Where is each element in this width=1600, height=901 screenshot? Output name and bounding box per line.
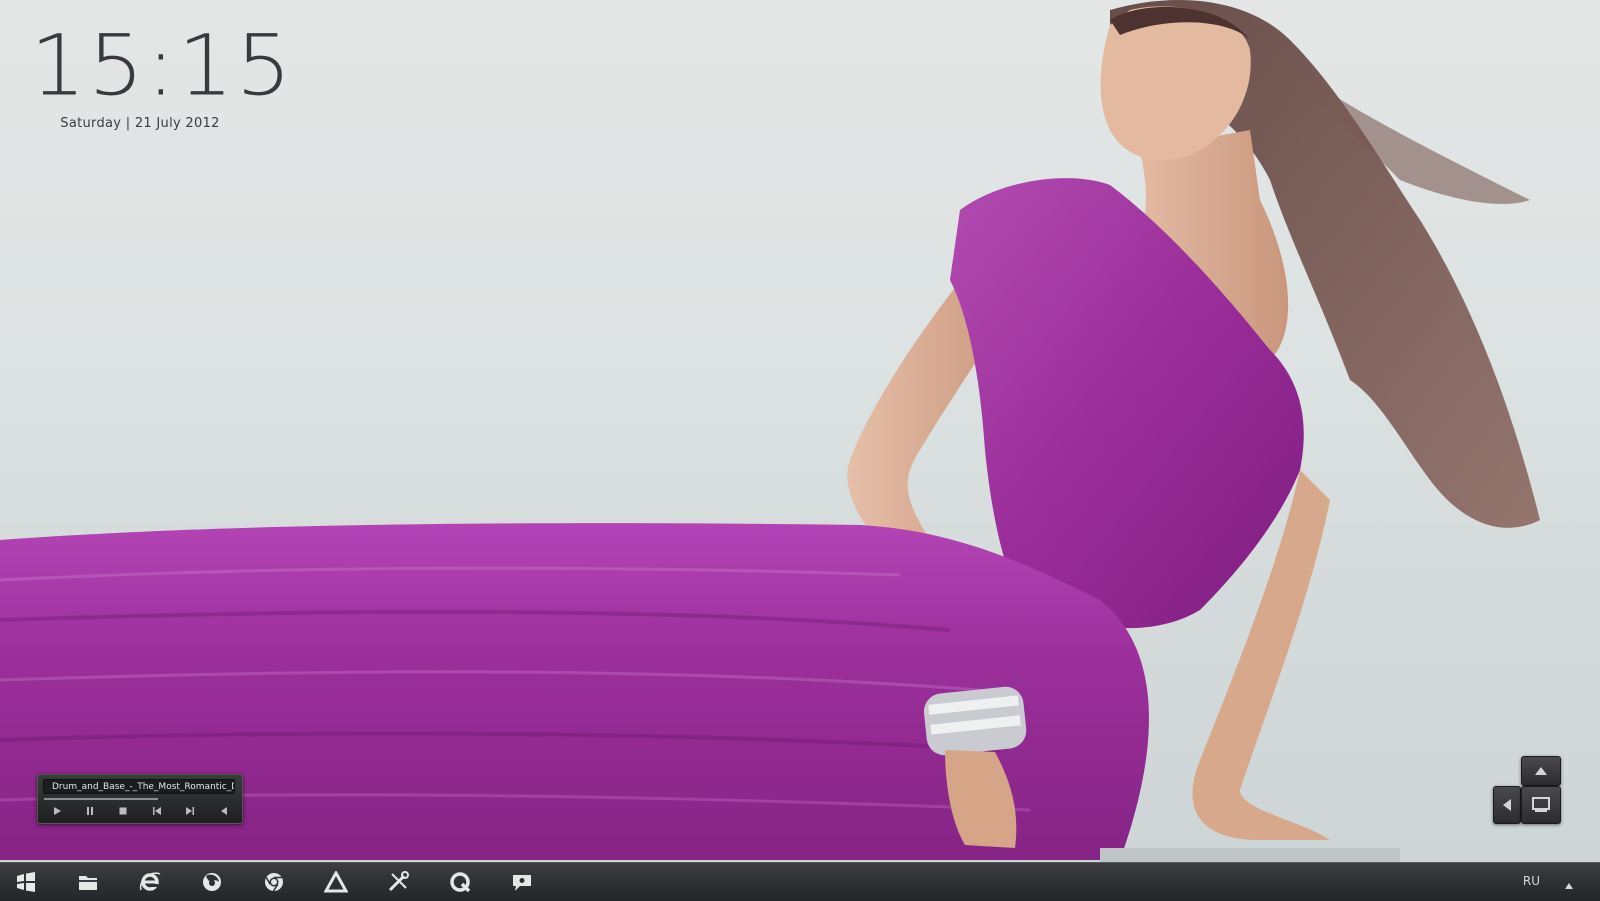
tools-icon xyxy=(388,871,409,892)
arrow-up-icon xyxy=(1535,767,1547,775)
chrome-icon xyxy=(265,873,283,892)
taskbar-firefox[interactable] xyxy=(196,869,228,895)
player-progress-fill xyxy=(44,798,158,800)
language-indicator[interactable]: RU xyxy=(1523,874,1540,888)
wallpaper-image xyxy=(0,0,1540,862)
next-button[interactable] xyxy=(179,804,201,818)
windows-start-icon xyxy=(17,872,35,892)
taskbar-tools[interactable] xyxy=(382,869,414,895)
player-progress-bar[interactable] xyxy=(44,798,234,800)
internet-explorer-icon xyxy=(139,872,161,891)
player-track-title: Drum_and_Base_-_The_Most_Romantic_Drum xyxy=(43,779,235,794)
tray-arrow-up-icon xyxy=(1565,883,1573,889)
player-controls xyxy=(46,804,234,818)
show-desktop-button[interactable] xyxy=(1521,786,1561,824)
previous-icon xyxy=(152,807,161,815)
nav-left-button[interactable] xyxy=(1493,786,1521,824)
start-button[interactable] xyxy=(10,869,42,895)
stop-icon xyxy=(119,807,127,815)
volume-button[interactable] xyxy=(212,804,234,818)
desktop-wallpaper xyxy=(0,0,1600,900)
arrow-left-icon xyxy=(1503,799,1511,811)
clock-widget: 15:15 Saturday | 21 July 2012 xyxy=(30,16,294,131)
nav-up-button[interactable] xyxy=(1521,756,1561,786)
messenger-icon xyxy=(513,875,531,891)
monitor-icon xyxy=(1532,797,1550,812)
stop-button[interactable] xyxy=(112,804,134,818)
next-icon xyxy=(185,807,194,815)
triangle-app-icon xyxy=(324,871,348,893)
pause-icon xyxy=(87,807,94,815)
taskbar-triangle-app[interactable] xyxy=(320,869,352,895)
folder-icon xyxy=(79,876,97,890)
play-button[interactable] xyxy=(46,804,68,818)
clock-time: 15:15 xyxy=(30,16,294,115)
taskbar-qip[interactable] xyxy=(444,869,476,895)
taskbar-internet-explorer[interactable] xyxy=(134,869,166,895)
play-icon xyxy=(54,807,61,815)
media-player-widget: Drum_and_Base_-_The_Most_Romantic_Drum xyxy=(37,774,243,824)
qip-icon xyxy=(450,872,471,893)
taskbar: RU xyxy=(0,862,1600,901)
pause-button[interactable] xyxy=(79,804,101,818)
taskbar-chrome[interactable] xyxy=(258,869,290,895)
volume-icon xyxy=(220,807,227,815)
taskbar-explorer[interactable] xyxy=(72,869,104,895)
clock-date: Saturday | 21 July 2012 xyxy=(60,116,220,131)
firefox-icon xyxy=(203,873,221,891)
taskbar-messenger[interactable] xyxy=(506,869,538,895)
previous-button[interactable] xyxy=(146,804,168,818)
tray-expand-button[interactable] xyxy=(1564,875,1574,894)
